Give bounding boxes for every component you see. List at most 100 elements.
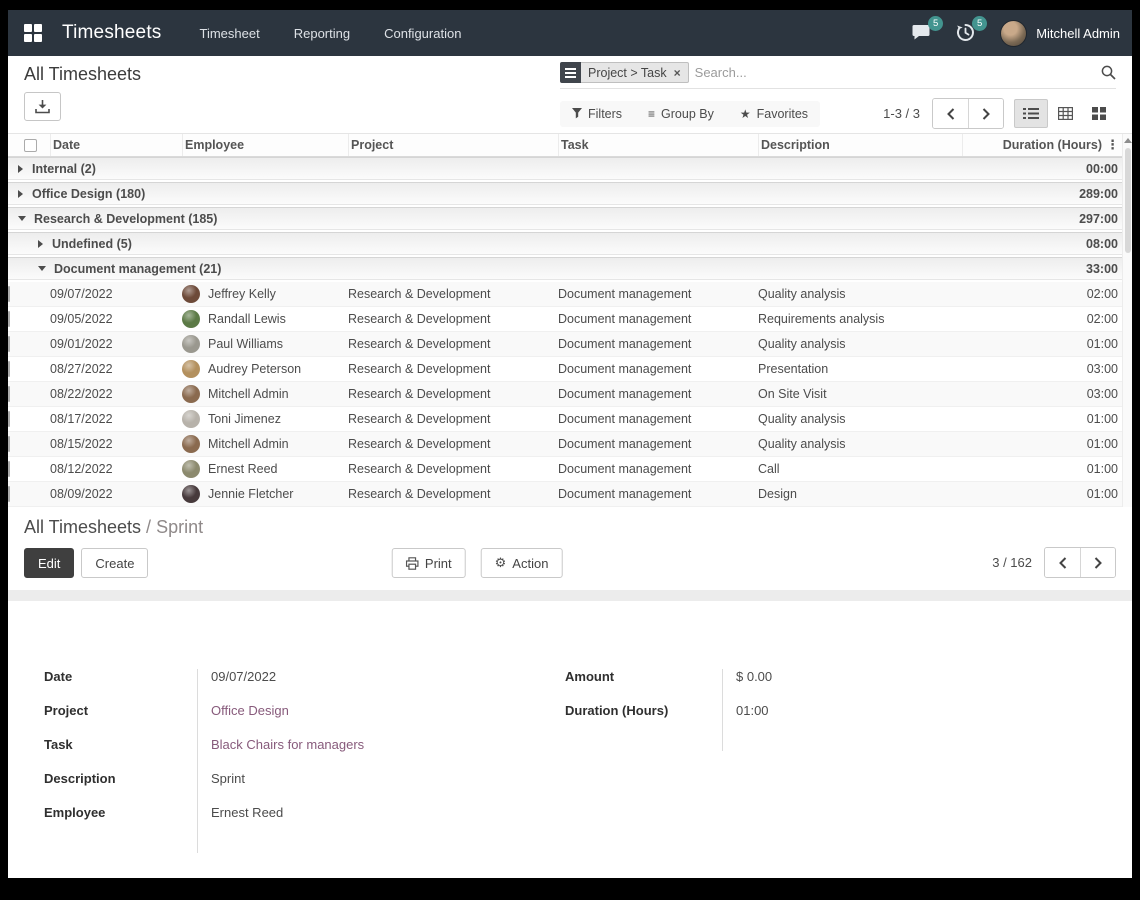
- group-facet-icon: [560, 62, 581, 83]
- employee-avatar: [182, 360, 200, 378]
- cell-project: Research & Development: [348, 337, 558, 351]
- favorites-button[interactable]: ★ Favorites: [740, 107, 808, 121]
- cell-duration: 02:00: [962, 287, 1132, 301]
- cell-duration: 03:00: [962, 362, 1132, 376]
- apps-menu-icon[interactable]: [24, 24, 42, 42]
- column-project[interactable]: Project: [348, 134, 558, 156]
- table-row[interactable]: 08/09/2022 Jennie Fletcher Research & De…: [8, 482, 1132, 507]
- user-menu[interactable]: Mitchell Admin: [1000, 20, 1120, 47]
- cell-date: 08/17/2022: [50, 412, 182, 426]
- column-description[interactable]: Description: [758, 134, 962, 156]
- column-employee[interactable]: Employee: [182, 134, 348, 156]
- pager-previous-button[interactable]: [933, 99, 968, 128]
- search-facet[interactable]: Project > Task ×: [560, 62, 689, 83]
- employee-avatar: [182, 285, 200, 303]
- control-panel: All Timesheets Project > Task ×: [8, 56, 1132, 133]
- form-next-button[interactable]: [1080, 548, 1115, 577]
- export-button[interactable]: [24, 92, 61, 121]
- group-row-undefined[interactable]: Undefined (5) 08:00: [8, 232, 1132, 255]
- cell-task: Document management: [558, 437, 758, 451]
- print-button[interactable]: Print: [392, 548, 466, 578]
- messages-icon[interactable]: 5: [912, 23, 934, 43]
- cell-description: Requirements analysis: [758, 312, 962, 326]
- row-checkbox[interactable]: [8, 436, 10, 452]
- pivot-view-button[interactable]: [1048, 99, 1082, 128]
- row-checkbox[interactable]: [8, 361, 10, 377]
- row-checkbox[interactable]: [8, 311, 10, 327]
- star-icon: ★: [740, 107, 751, 121]
- row-checkbox[interactable]: [8, 336, 10, 352]
- field-value-task[interactable]: Black Chairs for managers: [197, 737, 514, 771]
- list-scrollbar[interactable]: [1122, 134, 1132, 507]
- user-name: Mitchell Admin: [1036, 26, 1120, 41]
- filter-icon: [572, 108, 582, 119]
- caret-down-icon: [18, 216, 26, 221]
- form-pager-value[interactable]: 3 / 162: [992, 555, 1032, 570]
- filters-button[interactable]: Filters: [572, 107, 622, 121]
- app-window: Timesheets Timesheet Reporting Configura…: [8, 10, 1132, 878]
- app-title[interactable]: Timesheets: [62, 22, 162, 44]
- facet-remove-icon[interactable]: ×: [674, 66, 681, 80]
- view-switcher: [1014, 99, 1116, 128]
- kanban-view-button[interactable]: [1082, 99, 1116, 128]
- scroll-up-icon[interactable]: [1124, 138, 1132, 143]
- table-row[interactable]: 09/07/2022 Jeffrey Kelly Research & Deve…: [8, 282, 1132, 307]
- cell-date: 08/15/2022: [50, 437, 182, 451]
- form-control-panel: All Timesheets / Sprint Edit Create Prin…: [8, 507, 1132, 590]
- table-row[interactable]: 08/17/2022 Toni Jimenez Research & Devel…: [8, 407, 1132, 432]
- cell-duration: 03:00: [962, 387, 1132, 401]
- kanban-view-icon: [1092, 107, 1106, 120]
- row-checkbox[interactable]: [8, 486, 10, 502]
- column-task[interactable]: Task: [558, 134, 758, 156]
- pager-range[interactable]: 1-3 / 3: [883, 106, 920, 121]
- table-row[interactable]: 09/05/2022 Randall Lewis Research & Deve…: [8, 307, 1132, 332]
- menu-reporting[interactable]: Reporting: [294, 26, 350, 41]
- group-row-office-design[interactable]: Office Design (180) 289:00: [8, 182, 1132, 205]
- group-row-document-management[interactable]: Document management (21) 33:00: [8, 257, 1132, 280]
- table-row[interactable]: 08/15/2022 Mitchell Admin Research & Dev…: [8, 432, 1132, 457]
- list-view-button[interactable]: [1014, 99, 1048, 128]
- menu-configuration[interactable]: Configuration: [384, 26, 461, 41]
- table-row[interactable]: 08/12/2022 Ernest Reed Research & Develo…: [8, 457, 1132, 482]
- search-tools: Filters ≡ Group By ★ Favorites: [560, 101, 820, 127]
- menu-timesheet[interactable]: Timesheet: [200, 26, 260, 41]
- scrollbar-thumb[interactable]: [1125, 148, 1131, 253]
- action-button[interactable]: ⚙ Action: [481, 548, 563, 578]
- row-checkbox[interactable]: [8, 461, 10, 477]
- breadcrumb: All Timesheets / Sprint: [24, 517, 1116, 538]
- pager-next-button[interactable]: [968, 99, 1003, 128]
- create-button[interactable]: Create: [81, 548, 148, 578]
- form-background-strip: [8, 590, 1132, 601]
- form-previous-button[interactable]: [1045, 548, 1080, 577]
- row-checkbox[interactable]: [8, 411, 10, 427]
- group-by-button[interactable]: ≡ Group By: [648, 107, 714, 121]
- group-row-research-development[interactable]: Research & Development (185) 297:00: [8, 207, 1132, 230]
- optional-columns-icon[interactable]: ⋮: [1106, 137, 1119, 153]
- select-all-checkbox[interactable]: [24, 139, 37, 152]
- employee-avatar: [182, 410, 200, 428]
- cell-project: Research & Development: [348, 312, 558, 326]
- column-date[interactable]: Date: [50, 134, 182, 156]
- field-label-amount: Amount: [565, 669, 722, 703]
- chevron-left-icon: [1059, 557, 1067, 569]
- table-row[interactable]: 09/01/2022 Paul Williams Research & Deve…: [8, 332, 1132, 357]
- field-value-project[interactable]: Office Design: [197, 703, 514, 737]
- table-row[interactable]: 08/22/2022 Mitchell Admin Research & Dev…: [8, 382, 1132, 407]
- cell-task: Document management: [558, 287, 758, 301]
- cell-project: Research & Development: [348, 437, 558, 451]
- row-checkbox[interactable]: [8, 386, 10, 402]
- edit-button[interactable]: Edit: [24, 548, 74, 578]
- cell-description: Presentation: [758, 362, 962, 376]
- cell-task: Document management: [558, 412, 758, 426]
- group-row-internal[interactable]: Internal (2) 00:00: [8, 157, 1132, 180]
- form-fields-left: Date 09/07/2022 Project Office Design Ta…: [44, 669, 514, 853]
- activities-icon[interactable]: 5: [956, 23, 978, 43]
- table-row[interactable]: 08/27/2022 Audrey Peterson Research & De…: [8, 357, 1132, 382]
- printer-icon: [406, 557, 419, 570]
- row-checkbox[interactable]: [8, 286, 10, 302]
- messages-badge: 5: [928, 16, 943, 31]
- search-icon[interactable]: [1101, 65, 1116, 80]
- search-input[interactable]: [695, 65, 1101, 80]
- cell-date: 08/27/2022: [50, 362, 182, 376]
- breadcrumb-parent[interactable]: All Timesheets: [24, 517, 141, 537]
